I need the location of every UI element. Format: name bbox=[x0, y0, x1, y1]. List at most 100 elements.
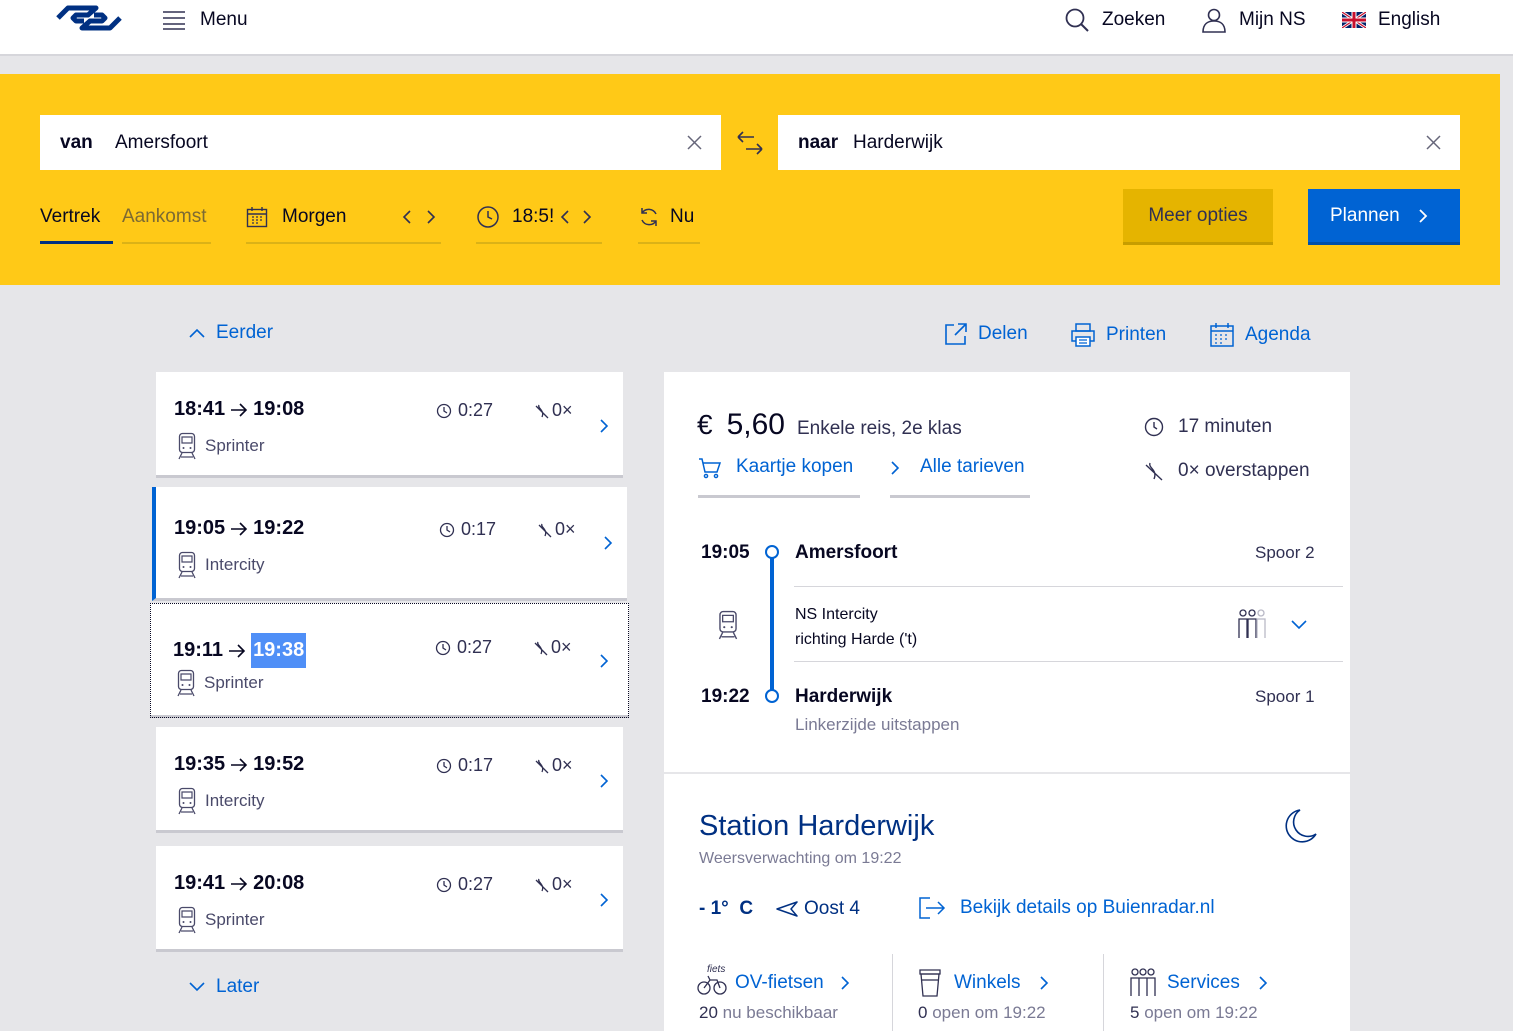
later-label: Later bbox=[216, 976, 260, 997]
all-fares-label: Alle tarieven bbox=[920, 456, 1025, 477]
menu-button[interactable]: Menu bbox=[162, 8, 248, 32]
price-block: € 5,60 Enkele reis, 2e klas bbox=[697, 408, 962, 442]
chevron-right-icon[interactable] bbox=[603, 535, 613, 551]
chevron-right-icon bbox=[1039, 975, 1049, 991]
shops-link[interactable]: Winkels bbox=[918, 968, 1049, 998]
search-icon bbox=[1064, 7, 1090, 33]
calendar-button[interactable]: Agenda bbox=[1209, 322, 1311, 348]
more-options-label: Meer opties bbox=[1148, 204, 1248, 226]
trip-duration: 0:27 bbox=[436, 874, 493, 895]
tab-arrival[interactable]: Aankomst bbox=[122, 192, 211, 244]
share-button[interactable]: Delen bbox=[944, 322, 1028, 346]
time-next-icon[interactable] bbox=[582, 210, 592, 224]
trip-option[interactable]: 19:35 19:52 0:17 0× Intercity bbox=[156, 727, 623, 833]
arrow-right-icon bbox=[227, 643, 247, 658]
temperature-value: - 1° C bbox=[699, 898, 754, 919]
more-options-button[interactable]: Meer opties bbox=[1123, 189, 1273, 245]
departure-station[interactable]: Amersfoort bbox=[795, 542, 897, 564]
services-link[interactable]: Services bbox=[1129, 968, 1268, 998]
train-type-label: Sprinter bbox=[205, 910, 265, 929]
external-exit-icon bbox=[918, 896, 946, 920]
time-value[interactable]: 18:5! bbox=[512, 206, 560, 228]
wind-value: Oost 4 bbox=[804, 898, 860, 919]
buienradar-link[interactable]: Bekijk details op Buienradar.nl bbox=[918, 896, 1215, 920]
train-direction: richting Harde ('t) bbox=[795, 631, 918, 648]
later-button[interactable]: Later bbox=[188, 976, 259, 998]
coffee-cup-icon bbox=[918, 968, 942, 998]
print-button[interactable]: Printen bbox=[1070, 322, 1166, 348]
trip-option[interactable]: 19:41 20:08 0:27 0× Sprinter bbox=[156, 846, 623, 952]
departure-stop-dot bbox=[765, 545, 779, 559]
chevron-right-icon[interactable] bbox=[599, 773, 609, 789]
ns-logo-icon[interactable] bbox=[56, 4, 122, 32]
trip-option-focused[interactable]: 19:11 19:38 0:27 0× Sprinter bbox=[150, 603, 629, 718]
bike-count: 20 bbox=[699, 1003, 718, 1022]
date-next-icon[interactable] bbox=[426, 210, 436, 224]
search-button[interactable]: Zoeken bbox=[1064, 6, 1165, 34]
from-field[interactable]: van Amersfoort bbox=[40, 115, 721, 170]
agenda-icon bbox=[1209, 322, 1235, 348]
language-button[interactable]: English bbox=[1342, 6, 1440, 34]
bike-status: nu beschikbaar bbox=[722, 1003, 838, 1022]
chevron-right-icon bbox=[1418, 208, 1428, 224]
all-fares-button[interactable]: Alle tarieven bbox=[890, 456, 1030, 498]
trip-changes: 0× bbox=[534, 874, 573, 895]
departure-platform: Spoor 2 bbox=[1255, 543, 1315, 562]
trip-train-type: Sprinter bbox=[178, 906, 265, 934]
to-field[interactable]: naar Harderwijk bbox=[778, 115, 1460, 170]
clear-from-icon[interactable] bbox=[686, 134, 703, 151]
no-transfer-icon bbox=[1144, 461, 1164, 481]
plan-button[interactable]: Plannen bbox=[1308, 189, 1460, 245]
chevron-right-icon[interactable] bbox=[599, 892, 609, 908]
changes-value: 0× bbox=[555, 519, 576, 539]
wind-info: Oost 4 bbox=[776, 898, 860, 920]
ov-bike-link[interactable]: fiets OV-fietsen bbox=[697, 964, 850, 996]
trip-duration: 0:27 bbox=[436, 400, 493, 421]
expand-chevron-icon[interactable] bbox=[1290, 619, 1308, 631]
arrow-right-icon bbox=[229, 876, 249, 891]
clear-to-icon[interactable] bbox=[1425, 134, 1442, 151]
trip-changes: 0× bbox=[537, 519, 576, 540]
chevron-right-icon[interactable] bbox=[599, 418, 609, 434]
date-prev-icon[interactable] bbox=[402, 210, 412, 224]
share-label: Delen bbox=[978, 323, 1028, 344]
trip-option-selected[interactable]: 19:05 19:22 0:17 0× Intercity bbox=[152, 487, 627, 601]
now-button[interactable]: Nu bbox=[638, 192, 700, 244]
chevron-right-icon[interactable] bbox=[599, 653, 609, 669]
chevron-down-icon bbox=[188, 981, 206, 993]
user-icon bbox=[1201, 7, 1227, 33]
divider bbox=[794, 661, 1343, 662]
departure-time: 19:11 bbox=[173, 639, 224, 661]
swap-stations-icon[interactable] bbox=[736, 130, 764, 156]
date-picker[interactable]: Morgen bbox=[246, 192, 441, 244]
clock-icon bbox=[1144, 417, 1164, 437]
time-prev-icon[interactable] bbox=[560, 210, 570, 224]
trip-train-type: Sprinter bbox=[177, 669, 264, 697]
print-label: Printen bbox=[1106, 324, 1167, 345]
clock-icon bbox=[436, 403, 452, 419]
arrival-platform: Spoor 1 bbox=[1255, 687, 1315, 706]
arrival-station[interactable]: Harderwijk bbox=[795, 686, 892, 708]
earlier-button[interactable]: Eerder bbox=[188, 322, 273, 344]
trip-times: 19:41 20:08 bbox=[174, 872, 304, 895]
from-value[interactable]: Amersfoort bbox=[115, 132, 208, 154]
currency-symbol: € bbox=[697, 409, 713, 440]
arrow-right-icon bbox=[229, 757, 249, 772]
train-icon bbox=[178, 551, 196, 579]
trip-train-type: Intercity bbox=[178, 787, 265, 815]
train-icon bbox=[718, 610, 738, 640]
my-ns-button[interactable]: Mijn NS bbox=[1201, 6, 1306, 34]
services-status: open om 19:22 bbox=[1144, 1003, 1258, 1022]
buienradar-label: Bekijk details op Buienradar.nl bbox=[960, 897, 1215, 918]
refresh-icon bbox=[638, 206, 660, 228]
to-value[interactable]: Harderwijk bbox=[853, 132, 943, 154]
trip-times: 19:11 19:38 bbox=[173, 633, 307, 668]
train-type-label: Sprinter bbox=[204, 673, 264, 692]
trip-option[interactable]: 18:41 19:08 0:27 0× Sprinter bbox=[156, 372, 623, 478]
time-picker[interactable]: 18:5! bbox=[476, 192, 602, 244]
changes-value: 0× bbox=[552, 400, 573, 420]
crowd-forecast-icon bbox=[1236, 608, 1268, 640]
tab-departure[interactable]: Vertrek bbox=[40, 192, 113, 244]
buy-ticket-button[interactable]: Kaartje kopen bbox=[698, 456, 860, 498]
changes-value: 0× bbox=[551, 637, 572, 657]
